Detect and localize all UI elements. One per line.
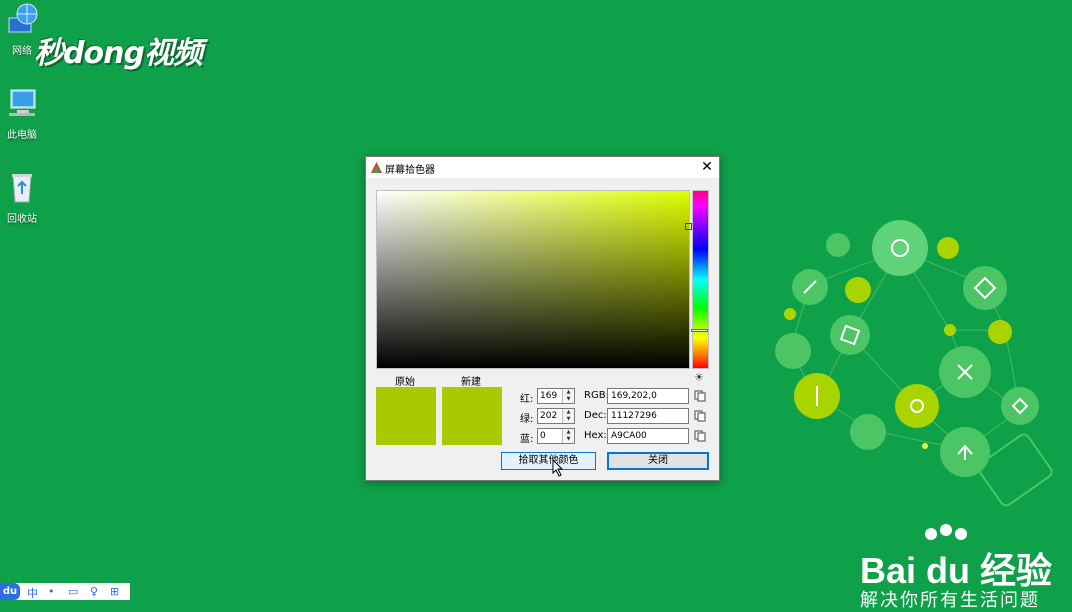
rgb-field[interactable]: 169,202,0 xyxy=(607,388,689,404)
ime-mode-button[interactable]: 中 xyxy=(27,585,38,601)
input-method-toolbar: du 中 • ▭ ♀ ⊞ xyxy=(0,583,130,600)
desktop-icon-label: 此电脑 xyxy=(7,130,37,141)
spin-arrows-icon[interactable]: ▲ ▼ xyxy=(562,409,574,423)
red-label: 红: xyxy=(520,394,534,405)
blue-spinbox[interactable]: 0 ▲ ▼ xyxy=(537,428,575,444)
baidu-ime-logo[interactable]: du xyxy=(0,583,20,600)
new-color-label: 新建 xyxy=(461,377,481,388)
original-color-swatch xyxy=(376,387,436,445)
video-watermark: 秒dong视频 xyxy=(34,36,203,71)
saturation-value-picker[interactable] xyxy=(376,190,690,369)
ime-punctuation-icon[interactable]: • xyxy=(48,585,55,598)
mouse-cursor-icon xyxy=(552,459,564,477)
dialog-titlebar[interactable]: 屏幕拾色器 ✕ xyxy=(366,157,719,178)
color-picker-app-icon xyxy=(371,162,382,173)
recycle-bin-icon xyxy=(12,174,32,203)
rgb-label: RGB: xyxy=(584,390,609,401)
green-spinbox[interactable]: 202 ▲ ▼ xyxy=(537,408,575,424)
color-picker-dialog: 屏幕拾色器 ✕ ☀ 原始 新建 红: 169 ▲ ▼ 绿: 202 ▲ ▼ 蓝: 0… xyxy=(365,156,720,481)
green-value: 202 xyxy=(540,411,558,421)
dec-field[interactable]: 11127296 xyxy=(607,408,689,424)
dialog-title: 屏幕拾色器 xyxy=(385,165,435,176)
computer-icon xyxy=(9,89,36,116)
hex-label: Hex: xyxy=(584,430,607,441)
new-color-swatch xyxy=(442,387,502,445)
desktop-icon-label: 回收站 xyxy=(7,214,37,225)
original-color-label: 原始 xyxy=(395,377,415,388)
baidu-slogan: 解决你所有生活问题 xyxy=(860,590,1040,611)
blue-value: 0 xyxy=(540,431,546,441)
ime-user-icon[interactable]: ♀ xyxy=(90,585,98,598)
saturation-value-marker[interactable] xyxy=(685,223,692,230)
copy-dec-icon[interactable] xyxy=(694,410,706,422)
dec-label: Dec: xyxy=(584,410,607,421)
spin-arrows-icon[interactable]: ▲ ▼ xyxy=(562,429,574,443)
desktop-icon-this-pc[interactable]: 此电脑 xyxy=(0,86,48,141)
copy-rgb-icon[interactable] xyxy=(694,390,706,402)
red-spinbox[interactable]: 169 ▲ ▼ xyxy=(537,388,575,404)
hex-field[interactable]: A9CA00 xyxy=(607,428,689,444)
spin-arrows-icon[interactable]: ▲ ▼ xyxy=(562,389,574,403)
copy-hex-icon[interactable] xyxy=(694,430,706,442)
red-value: 169 xyxy=(540,391,558,401)
ime-keyboard-icon[interactable]: ▭ xyxy=(68,585,78,598)
hue-slider-handle[interactable] xyxy=(691,329,708,332)
close-icon[interactable]: ✕ xyxy=(695,157,719,178)
desktop-icon-recycle-bin[interactable]: 回收站 xyxy=(0,170,48,225)
baidu-decoration-graphic xyxy=(775,220,1053,507)
hue-slider[interactable] xyxy=(692,190,709,369)
blue-label: 蓝: xyxy=(520,434,534,445)
pick-other-color-button[interactable]: 拾取其他颜色 xyxy=(501,452,596,470)
green-label: 绿: xyxy=(520,414,534,425)
ime-grid-icon[interactable]: ⊞ xyxy=(110,585,119,598)
close-button[interactable]: 关闭 xyxy=(607,452,709,470)
brightness-sun-icon[interactable]: ☀ xyxy=(694,371,704,384)
